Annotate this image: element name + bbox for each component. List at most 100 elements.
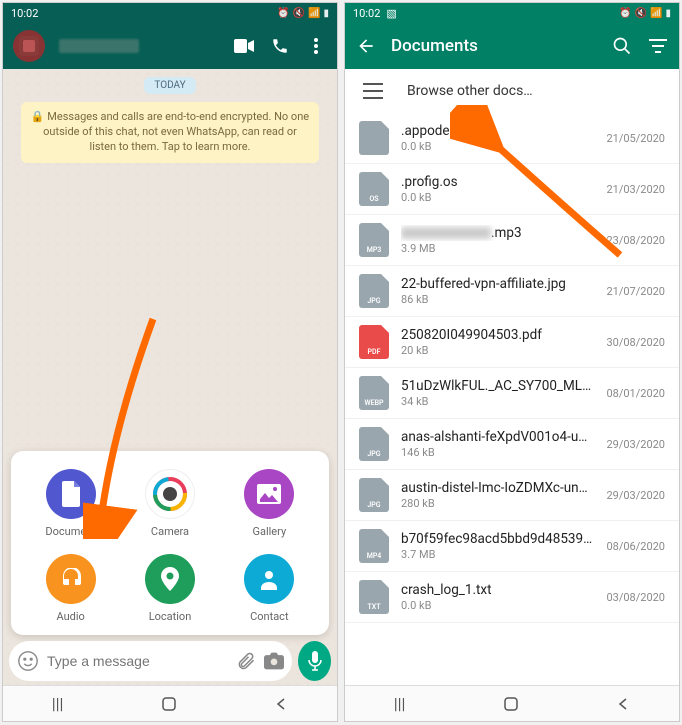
attach-contact[interactable]: Contact	[220, 554, 319, 623]
file-type-icon: JPG	[359, 274, 389, 308]
file-type-icon: WEBP	[359, 376, 389, 410]
file-type-icon: JPG	[359, 427, 389, 461]
attach-icon[interactable]	[236, 651, 256, 671]
docs-header: Documents	[345, 23, 679, 69]
file-size: 34 kB	[401, 395, 594, 408]
attach-gallery-label: Gallery	[252, 525, 286, 538]
file-size: 0.0 kB	[401, 140, 594, 153]
file-size: 3.7 MB	[401, 548, 594, 561]
file-row[interactable]: OS .profig.os0.0 kB 21/03/2020	[345, 164, 679, 215]
back-icon[interactable]	[355, 36, 377, 56]
file-size: 20 kB	[401, 344, 594, 357]
docs-title: Documents	[391, 36, 478, 56]
message-input-pill[interactable]	[9, 641, 292, 681]
file-name: 22-buffered-vpn-affiliate.jpg	[401, 276, 594, 292]
attach-gallery[interactable]: Gallery	[220, 469, 319, 538]
file-name: .appodeal	[401, 123, 594, 139]
search-icon[interactable]	[611, 36, 633, 56]
file-date: 08/01/2020	[606, 387, 665, 400]
list-icon	[363, 83, 383, 99]
attach-camera[interactable]: Camera	[120, 469, 219, 538]
attach-contact-label: Contact	[250, 610, 288, 623]
nav-home[interactable]	[161, 696, 177, 712]
attach-audio[interactable]: Audio	[21, 554, 120, 623]
file-row[interactable]: .appodeal0.0 kB 21/05/2020	[345, 113, 679, 164]
contact-avatar[interactable]	[13, 30, 45, 62]
chat-header	[3, 23, 337, 69]
file-name: .profig.os	[401, 174, 594, 190]
file-size: 146 kB	[401, 446, 594, 459]
attach-audio-label: Audio	[56, 610, 84, 623]
file-name: .mp3	[401, 225, 594, 241]
file-row[interactable]: JPG 22-buffered-vpn-affiliate.jpg86 kB 21/…	[345, 266, 679, 317]
mic-button[interactable]	[298, 641, 331, 681]
file-type-icon: PDF	[359, 325, 389, 359]
file-name: anas-alshanti-feXpdV001o4-unsplash.j…	[401, 429, 594, 445]
attach-document-label: Document	[45, 525, 95, 538]
file-row[interactable]: JPG austin-distel-Imc-IoZDMXc-unsplash.jp…	[345, 470, 679, 521]
file-row[interactable]: PDF250820I049904503.pdf20 kB30/08/2020	[345, 317, 679, 368]
file-type-icon: MP4	[359, 529, 389, 563]
file-name: 51uDzWlkFUL._AC_SY700_ML1_FMwe…	[401, 378, 594, 394]
file-size: 86 kB	[401, 293, 594, 306]
file-type-icon: OS	[359, 172, 389, 206]
message-input[interactable]	[47, 653, 228, 669]
file-name: austin-distel-Imc-IoZDMXc-unsplash.jpg	[401, 480, 594, 496]
status-bar: 10:02 ▧ ⏰🔇📶▮	[345, 3, 679, 23]
file-type-icon: MP3	[359, 223, 389, 257]
file-row[interactable]: JPG anas-alshanti-feXpdV001o4-unsplash.j……	[345, 419, 679, 470]
status-time: 10:02	[353, 7, 380, 20]
browse-other-docs[interactable]: Browse other docs…	[345, 69, 679, 113]
file-date: 30/08/2020	[606, 336, 665, 349]
file-name: b70f59fec98acd5bbd9d48539f8720de…	[401, 531, 594, 547]
file-size: 3.9 MB	[401, 242, 594, 255]
file-date: 23/08/2020	[606, 234, 665, 247]
file-date: 21/05/2020	[606, 132, 665, 145]
nav-back[interactable]	[616, 697, 630, 711]
encryption-banner[interactable]: 🔒 Messages and calls are end-to-end encr…	[21, 102, 320, 163]
file-row[interactable]: WEBP 51uDzWlkFUL._AC_SY700_ML1_FMwe…34 kB…	[345, 368, 679, 419]
contact-name-redacted	[59, 39, 139, 53]
nav-recents[interactable]: |||	[394, 694, 406, 713]
android-navbar: |||	[3, 685, 337, 721]
nav-back[interactable]	[274, 697, 288, 711]
chat-body: TODAY 🔒 Messages and calls are end-to-en…	[3, 69, 337, 685]
file-name: crash_log_1.txt	[401, 582, 594, 598]
attachment-panel: Document Camera Gallery Audio	[11, 451, 329, 635]
file-type-icon: JPG	[359, 478, 389, 512]
status-bar: 10:02 ⏰🔇📶▮	[3, 3, 337, 23]
android-navbar: |||	[345, 685, 679, 721]
file-date: 29/03/2020	[606, 489, 665, 502]
message-input-row	[9, 641, 331, 681]
date-pill: TODAY	[144, 77, 195, 94]
file-row[interactable]: TXT crash_log_1.txt0.0 kB 03/08/2020	[345, 572, 679, 623]
attach-document[interactable]: Document	[21, 469, 120, 538]
file-date: 29/03/2020	[606, 438, 665, 451]
attach-location[interactable]: Location	[120, 554, 219, 623]
file-size: 0.0 kB	[401, 191, 594, 204]
docs-body: Browse other docs… .appodeal0.0 kB21/05/…	[345, 69, 679, 685]
file-size: 0.0 kB	[401, 599, 594, 612]
attach-location-label: Location	[149, 610, 192, 623]
file-type-icon	[359, 121, 389, 155]
file-type-icon: TXT	[359, 580, 389, 614]
file-date: 21/07/2020	[606, 285, 665, 298]
attach-camera-label: Camera	[151, 525, 189, 538]
video-call-icon[interactable]	[233, 39, 255, 53]
voice-call-icon[interactable]	[269, 37, 291, 55]
file-row[interactable]: MP4 b70f59fec98acd5bbd9d48539f8720de…3.7 …	[345, 521, 679, 572]
filter-icon[interactable]	[647, 39, 669, 53]
status-icons: ⏰🔇📶▮	[619, 8, 671, 19]
nav-recents[interactable]: |||	[52, 694, 64, 713]
file-date: 03/08/2020	[606, 591, 665, 604]
nav-home[interactable]	[503, 696, 519, 712]
more-menu-icon[interactable]	[305, 38, 327, 54]
file-date: 08/06/2020	[606, 540, 665, 553]
camera-icon[interactable]	[264, 652, 284, 670]
file-date: 21/03/2020	[606, 183, 665, 196]
status-icons: ⏰🔇📶▮	[277, 8, 329, 19]
emoji-icon[interactable]	[17, 650, 39, 672]
status-time: 10:02	[11, 7, 38, 20]
file-size: 280 kB	[401, 497, 594, 510]
file-row[interactable]: MP3 .mp33.9 MB 23/08/2020	[345, 215, 679, 266]
